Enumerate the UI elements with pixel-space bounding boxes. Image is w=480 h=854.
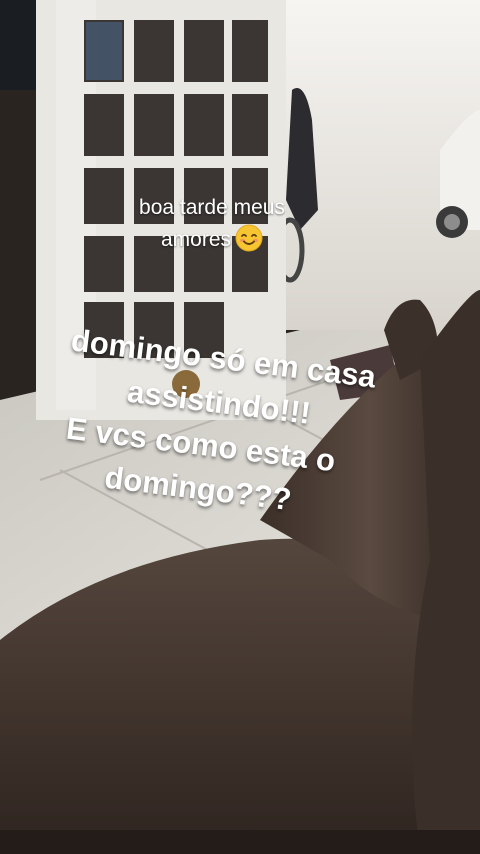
story-photo: boa tarde meus amores domingo só em casa… (0, 0, 480, 854)
greeting-line-2: amores (160, 228, 232, 251)
greeting-line-1: boa tarde meus (139, 196, 285, 219)
smiling-face-icon (235, 224, 263, 252)
greeting-caption: boa tarde meus amores (92, 192, 332, 256)
greeting-line-2-wrapper: amores (92, 224, 332, 256)
